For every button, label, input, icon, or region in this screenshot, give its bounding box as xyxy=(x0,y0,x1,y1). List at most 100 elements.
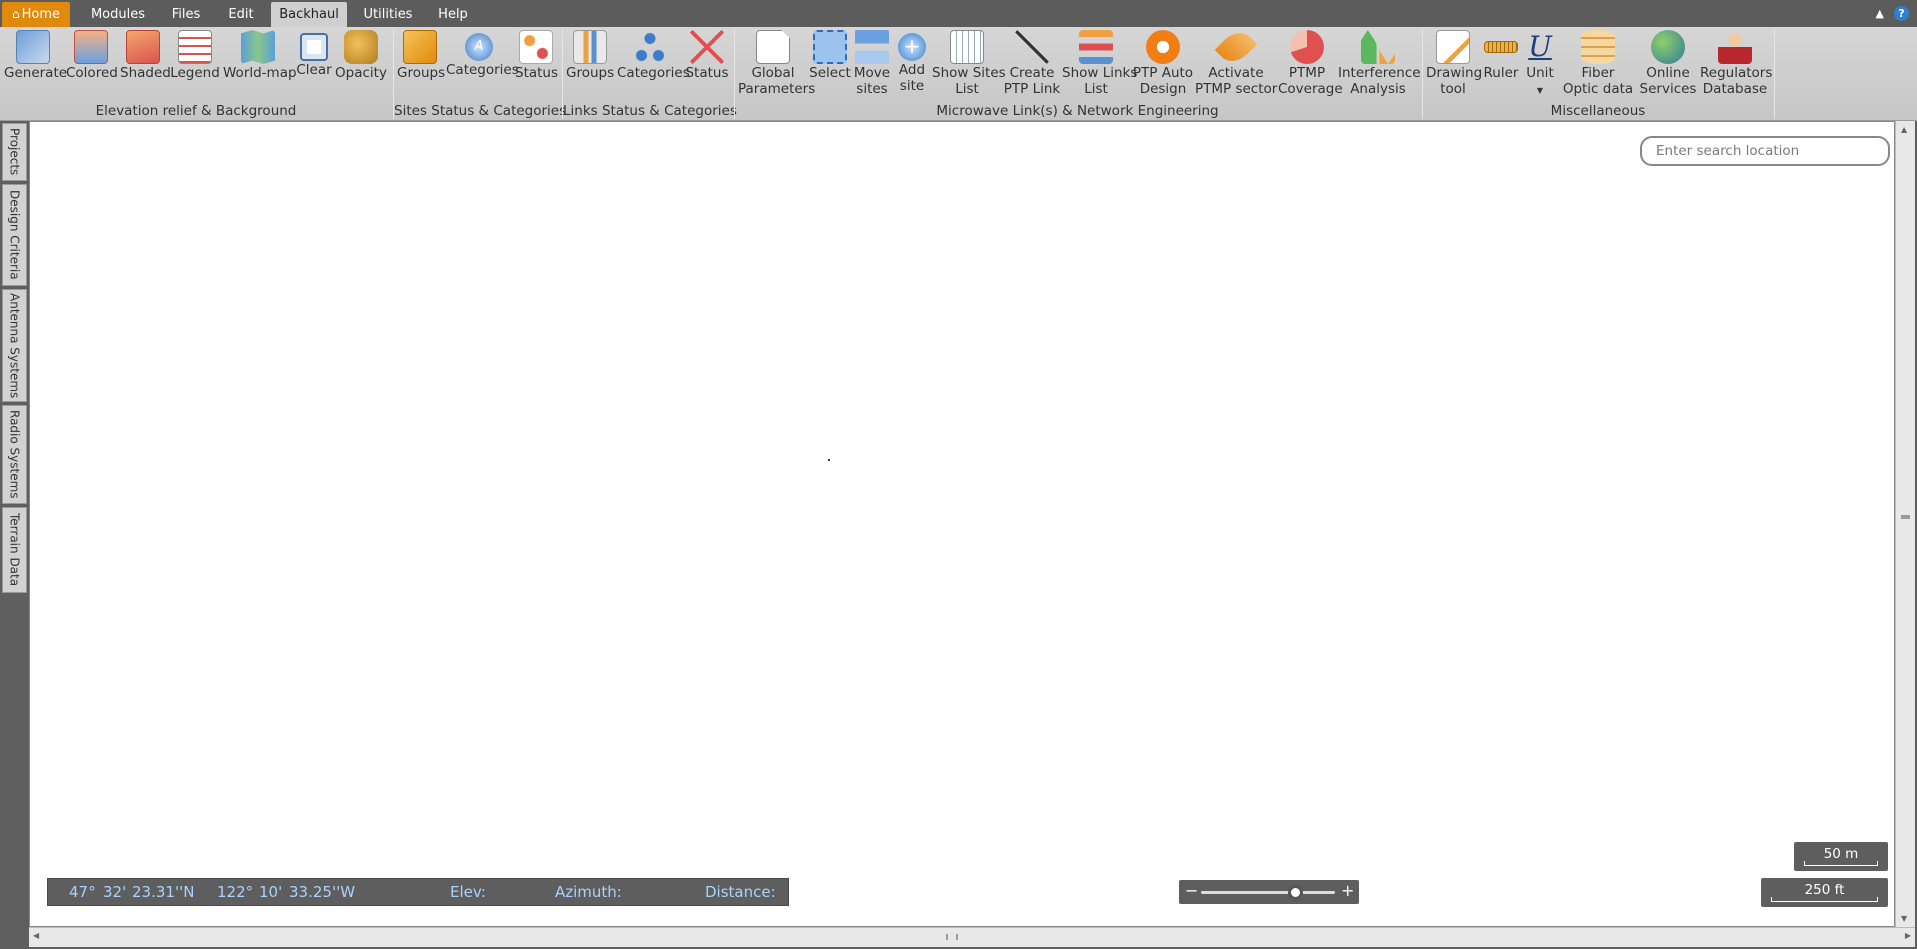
world-map-button[interactable]: World-map xyxy=(223,30,297,104)
map-canvas[interactable] xyxy=(29,121,1895,927)
add-circle-icon: + xyxy=(898,33,926,61)
scale-metric: 50 m xyxy=(1794,842,1888,871)
zoom-track[interactable] xyxy=(1201,891,1335,894)
tab-antenna-systems[interactable]: Antenna Systems xyxy=(2,289,27,402)
home-icon: ⌂ xyxy=(11,7,20,21)
unit-dropdown[interactable]: U Unit ▼ xyxy=(1523,30,1557,104)
database-icon xyxy=(1581,30,1615,64)
group-label-elevation: Elevation relief & Background xyxy=(95,103,297,119)
ptp-auto-design-button[interactable]: PTP Auto Design xyxy=(1132,30,1194,104)
opacity-button[interactable]: Opacity xyxy=(335,30,387,104)
scroll-down-icon[interactable]: ▼ xyxy=(1901,914,1907,923)
distance-label: Distance: xyxy=(705,883,776,901)
pencil-icon xyxy=(1436,30,1470,64)
latitude-seconds: 23.31''N xyxy=(132,883,195,901)
tab-files[interactable]: Files xyxy=(164,2,208,27)
search-location-input[interactable] xyxy=(1640,136,1890,166)
horizontal-scrollbar[interactable]: ◀ ▶ xyxy=(29,927,1915,947)
world-map-icon xyxy=(241,30,275,64)
regulators-database-dropdown[interactable]: Regulators Database xyxy=(1700,30,1772,104)
fiber-optic-data-dropdown[interactable]: Fiber Optic data xyxy=(1559,30,1637,104)
vertical-scrollbar[interactable]: ▲ ▼ xyxy=(1895,121,1915,927)
links-groups-button[interactable]: Groups xyxy=(566,30,614,104)
menu-bar: ⌂ Home Modules Files Edit Backhaul Utilit… xyxy=(0,0,1917,27)
legend-button[interactable]: Legend xyxy=(170,30,220,104)
shaded-button[interactable]: Shaded xyxy=(120,30,171,104)
sites-list-icon xyxy=(950,30,984,64)
add-site-button[interactable]: + Add site xyxy=(894,30,930,104)
scrollbar-grip[interactable] xyxy=(1901,515,1910,519)
gear-icon xyxy=(1146,30,1180,64)
zoom-handle[interactable] xyxy=(1287,885,1303,900)
group-label-sites: Sites Status & Categories xyxy=(394,103,567,119)
help-icon[interactable]: ? xyxy=(1894,5,1909,21)
interference-analysis-button[interactable]: Interference Analysis xyxy=(1338,30,1421,104)
groups-icon xyxy=(403,30,437,64)
create-ptp-link-button[interactable]: Create PTP Link xyxy=(1003,30,1061,104)
ribbon-separator xyxy=(1774,29,1775,119)
zoom-slider[interactable]: − + xyxy=(1179,880,1359,904)
scroll-left-icon[interactable]: ◀ xyxy=(33,931,39,940)
scale-imperial: 250 ft xyxy=(1761,878,1888,907)
activate-ptmp-sector-button[interactable]: Activate PTMP sector xyxy=(1195,25,1277,104)
sites-categories-button[interactable]: A Categories xyxy=(446,30,519,104)
ptmp-coverage-button[interactable]: PTMP Coverage xyxy=(1278,30,1343,104)
sites-status-button[interactable]: Status xyxy=(515,30,558,104)
tab-terrain-data[interactable]: Terrain Data xyxy=(2,507,27,593)
latitude-minutes: 32' xyxy=(103,883,127,901)
legend-icon xyxy=(178,30,212,64)
scrollbar-grip[interactable] xyxy=(946,934,958,940)
chevron-down-icon: ▼ xyxy=(1536,86,1544,95)
tab-help[interactable]: Help xyxy=(431,2,475,27)
longitude-minutes: 10' xyxy=(259,883,283,901)
generate-button[interactable]: Generate xyxy=(4,30,67,104)
colored-relief-icon xyxy=(74,30,108,64)
zoom-in-button[interactable]: + xyxy=(1341,882,1354,900)
colored-button[interactable]: Colored xyxy=(66,30,118,104)
move-sites-button[interactable]: Move sites xyxy=(852,30,892,104)
tab-radio-systems[interactable]: Radio Systems xyxy=(2,405,27,504)
tab-backhaul[interactable]: Backhaul xyxy=(271,2,347,27)
tab-projects[interactable]: Projects xyxy=(2,123,27,181)
elevation-label: Elev: xyxy=(450,883,486,901)
scroll-up-icon[interactable]: ▲ xyxy=(1901,125,1907,134)
status-icon xyxy=(519,30,553,64)
tab-modules[interactable]: Modules xyxy=(80,2,156,27)
ruler-button[interactable]: Ruler xyxy=(1481,30,1521,104)
select-icon xyxy=(813,30,847,64)
select-button[interactable]: Select xyxy=(809,30,851,104)
tab-utilities[interactable]: Utilities xyxy=(355,2,421,27)
zoom-out-button[interactable]: − xyxy=(1185,882,1198,900)
window-controls: ▲ ? xyxy=(1876,4,1909,22)
move-sites-icon xyxy=(855,30,889,64)
clear-icon xyxy=(300,33,328,61)
online-services-dropdown[interactable]: Online Services xyxy=(1638,30,1698,104)
global-parameters-button[interactable]: Global Parameters xyxy=(738,30,815,104)
links-categories-button[interactable]: Categories xyxy=(617,30,690,104)
links-groups-icon xyxy=(573,30,607,64)
tab-home[interactable]: ⌂ Home xyxy=(2,2,70,27)
person-icon xyxy=(1718,30,1752,64)
latitude-degrees: 47° xyxy=(69,883,96,901)
ribbon-toolbar: Generate Colored Shaded Legend World-map… xyxy=(0,25,1917,121)
sector-icon xyxy=(1214,25,1258,69)
group-label-links: Links Status & Categories xyxy=(563,103,737,119)
tab-edit[interactable]: Edit xyxy=(220,2,262,27)
tab-design-criteria[interactable]: Design Criteria xyxy=(2,184,27,286)
group-label-microwave: Microwave Link(s) & Network Engineering xyxy=(936,103,1219,119)
links-categories-icon xyxy=(633,30,667,64)
collapse-ribbon-icon[interactable]: ▲ xyxy=(1876,7,1884,20)
show-sites-list-button[interactable]: Show Sites List xyxy=(932,30,1006,104)
scale-bar xyxy=(1771,897,1878,902)
drawing-tool-button[interactable]: Drawing tool xyxy=(1426,30,1482,104)
links-status-button[interactable]: Status xyxy=(685,30,729,104)
links-status-icon xyxy=(690,30,724,64)
scale-bar xyxy=(1804,861,1878,866)
sites-groups-button[interactable]: Groups xyxy=(397,30,445,104)
longitude-seconds: 33.25''W xyxy=(289,883,356,901)
scroll-right-icon[interactable]: ▶ xyxy=(1905,931,1911,940)
globe-icon xyxy=(1651,30,1685,64)
map-center-marker xyxy=(828,459,830,461)
show-links-list-button[interactable]: Show Links List xyxy=(1062,30,1137,104)
clear-button[interactable]: Clear xyxy=(296,30,332,104)
